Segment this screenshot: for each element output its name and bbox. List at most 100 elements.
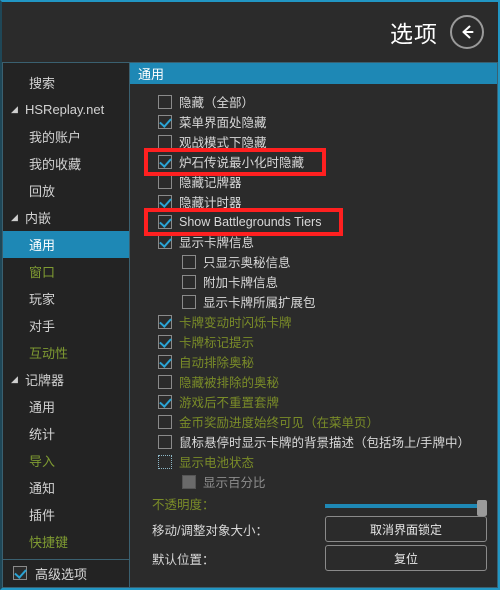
sidebar-item-14[interactable]: 导入 <box>3 447 129 474</box>
option-row-16[interactable]: 金币奖励进度始终可见（在菜单页） <box>130 412 497 432</box>
sidebar-item-4[interactable]: 回放 <box>3 177 129 204</box>
opacity-label: 不透明度： <box>152 497 215 512</box>
option-checkbox[interactable] <box>158 414 172 429</box>
option-checkbox[interactable] <box>182 294 196 309</box>
advanced-options-row[interactable]: 高级选项 <box>3 558 129 587</box>
option-label: 隐藏被排除的奥秘 <box>179 376 280 391</box>
option-row-14[interactable]: 隐藏被排除的奥秘 <box>130 372 497 392</box>
main-panel: 通用 隐藏（全部） 菜单界面处隐藏 观战模式下隐藏 炉石传说最小化时隐藏 隐藏记牌器 隐藏… <box>130 62 498 588</box>
page-title: 选项 <box>390 21 438 47</box>
option-row-15[interactable]: 游戏后不重置套牌 <box>130 392 497 412</box>
option-label: 炉石传说最小化时隐藏 <box>179 156 305 171</box>
sidebar-item-label: 通用 <box>29 400 56 415</box>
sidebar-item-7[interactable]: 窗口 <box>3 258 129 285</box>
option-label: 显示百分比 <box>203 476 266 491</box>
sidebar-item-17[interactable]: 快捷键 <box>3 528 129 555</box>
sidebar-item-label: 通知 <box>29 481 56 496</box>
sidebar-item-15[interactable]: 通知 <box>3 474 129 501</box>
option-checkbox[interactable] <box>158 314 172 329</box>
option-checkbox[interactable] <box>158 94 172 109</box>
option-checkbox[interactable] <box>158 234 172 249</box>
sidebar-item-1[interactable]: ◢ HSReplay.net <box>3 96 129 123</box>
default-position-label: 默认位置： <box>152 552 215 567</box>
sidebar-item-label: 我的收藏 <box>29 157 82 172</box>
reset-position-button[interactable]: 复位 <box>325 545 487 572</box>
option-checkbox[interactable] <box>158 114 172 129</box>
option-row-1[interactable]: 菜单界面处隐藏 <box>130 112 497 132</box>
sidebar-item-label: 玩家 <box>29 292 56 307</box>
sidebar-item-13[interactable]: 统计 <box>3 420 129 447</box>
option-checkbox <box>182 474 196 489</box>
sidebar-item-6[interactable]: 通用 <box>3 231 129 258</box>
option-label: 隐藏记牌器 <box>179 176 242 191</box>
options-window: 选项 搜索 ◢ HSReplay.net 我的账户 我的收藏 回放 ◢ 内嵌 通用 窗口 玩家 对手互… <box>0 0 500 590</box>
sidebar-item-16[interactable]: 插件 <box>3 501 129 528</box>
opacity-slider[interactable] <box>325 499 487 516</box>
option-checkbox[interactable] <box>158 374 172 389</box>
unlock-ui-button[interactable]: 取消界面锁定 <box>325 516 487 542</box>
sidebar-item-9[interactable]: 对手 <box>3 312 129 339</box>
sidebar-item-label: HSReplay.net <box>25 102 105 117</box>
sidebar-item-label: 统计 <box>29 427 56 442</box>
option-label: 只显示奥秘信息 <box>203 256 291 271</box>
option-row-19[interactable]: 显示百分比 <box>130 472 497 492</box>
option-label: 鼠标悬停时显示卡牌的背景描述（包括场上/手牌中） <box>179 436 470 451</box>
option-label: 菜单界面处隐藏 <box>179 116 267 131</box>
sidebar-item-2[interactable]: 我的账户 <box>3 123 129 150</box>
sidebar-item-label: 插件 <box>29 508 56 523</box>
chevron-down-icon: ◢ <box>11 212 18 222</box>
sidebar-item-label: 我的账户 <box>29 130 82 145</box>
option-checkbox[interactable] <box>158 334 172 349</box>
option-row-8[interactable]: 只显示奥秘信息 <box>130 252 497 272</box>
sidebar-item-12[interactable]: 通用 <box>3 393 129 420</box>
window-body: 搜索 ◢ HSReplay.net 我的账户 我的收藏 回放 ◢ 内嵌 通用 窗口 玩家 对手 互动性 ◢… <box>2 62 498 588</box>
sidebar-item-label: 内嵌 <box>25 211 52 226</box>
back-button[interactable] <box>450 15 484 49</box>
advanced-options-label: 高级选项 <box>35 566 88 582</box>
option-row-13[interactable]: 自动排除奥秘 <box>130 352 497 372</box>
option-row-12[interactable]: 卡牌标记提示 <box>130 332 497 352</box>
option-checkbox[interactable] <box>158 394 172 409</box>
option-checkbox[interactable] <box>158 174 172 189</box>
option-row-5[interactable]: 隐藏计时器 <box>130 192 497 212</box>
option-label: 游戏后不重置套牌 <box>179 396 280 411</box>
option-checkbox[interactable] <box>158 214 172 229</box>
option-row-3[interactable]: 炉石传说最小化时隐藏 <box>130 152 497 172</box>
sidebar-item-0[interactable]: 搜索 <box>3 69 129 96</box>
option-row-2[interactable]: 观战模式下隐藏 <box>130 132 497 152</box>
title-bar: 选项 <box>2 2 498 62</box>
option-row-11[interactable]: 卡牌变动时闪烁卡牌 <box>130 312 497 332</box>
sidebar-item-5[interactable]: ◢ 内嵌 <box>3 204 129 231</box>
option-checkbox[interactable] <box>182 274 196 289</box>
option-row-17[interactable]: 鼠标悬停时显示卡牌的背景描述（包括场上/手牌中） <box>130 432 497 452</box>
option-row-6[interactable]: Show Battlegrounds Tiers <box>130 212 497 232</box>
sidebar-item-3[interactable]: 我的收藏 <box>3 150 129 177</box>
option-checkbox[interactable] <box>158 354 172 369</box>
options-list: 隐藏（全部） 菜单界面处隐藏 观战模式下隐藏炉石传说最小化时隐藏 隐藏记牌器 隐藏计时器… <box>130 84 497 492</box>
sidebar-item-10[interactable]: 互动性 <box>3 339 129 366</box>
option-checkbox[interactable] <box>158 154 172 169</box>
option-checkbox[interactable] <box>158 194 172 209</box>
option-label: 卡牌变动时闪烁卡牌 <box>179 316 292 331</box>
sidebar-item-label: 互动性 <box>29 346 69 361</box>
option-row-7[interactable]: 显示卡牌信息 <box>130 232 497 252</box>
option-checkbox[interactable] <box>182 254 196 269</box>
option-row-0[interactable]: 隐藏（全部） <box>130 92 497 112</box>
option-checkbox[interactable] <box>158 454 172 469</box>
option-label: 显示卡牌信息 <box>179 236 255 251</box>
option-checkbox[interactable] <box>158 434 172 449</box>
option-row-4[interactable]: 隐藏记牌器 <box>130 172 497 192</box>
option-checkbox[interactable] <box>158 134 172 149</box>
chevron-down-icon: ◢ <box>11 374 18 384</box>
option-label: 显示卡牌所属扩展包 <box>203 296 316 311</box>
sidebar-item-11[interactable]: ◢ 记牌器 <box>3 366 129 393</box>
option-row-18[interactable]: 显示电池状态 <box>130 452 497 472</box>
option-row-10[interactable]: 显示卡牌所属扩展包 <box>130 292 497 312</box>
option-row-9[interactable]: 附加卡牌信息 <box>130 272 497 292</box>
advanced-options-checkbox[interactable] <box>13 566 27 581</box>
option-label: 隐藏（全部） <box>179 96 255 111</box>
sidebar-item-label: 导入 <box>29 454 56 469</box>
option-label: 附加卡牌信息 <box>203 276 279 291</box>
sidebar-item-8[interactable]: 玩家 <box>3 285 129 312</box>
option-label: 卡牌标记提示 <box>179 336 255 351</box>
